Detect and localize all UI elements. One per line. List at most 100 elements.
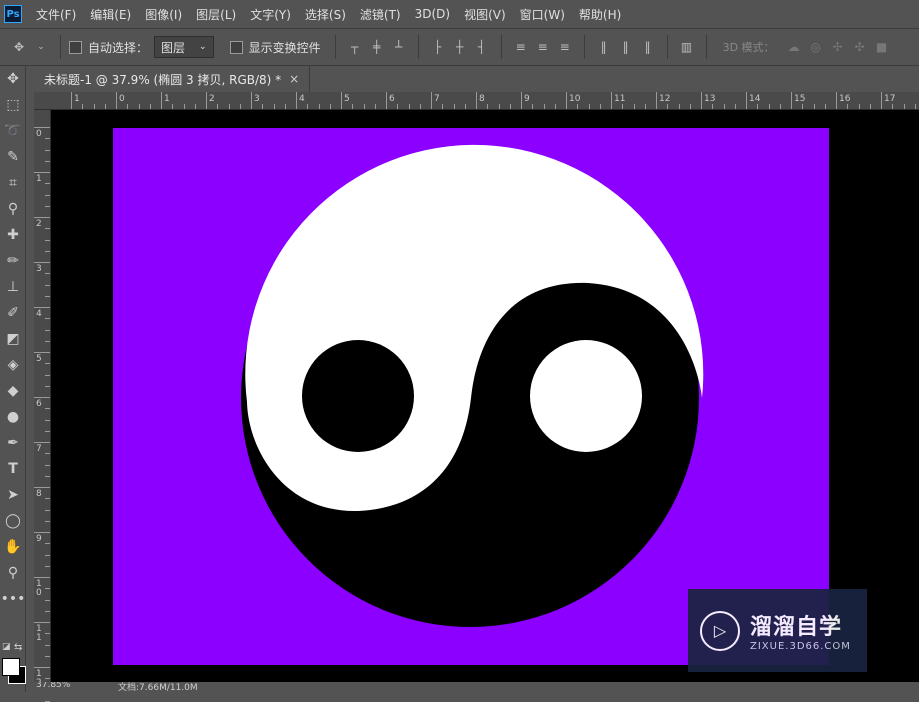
menu-layer[interactable]: 图层(L) [196, 6, 236, 23]
ruler-left-label: 2 [36, 219, 42, 229]
ruler-tick [45, 329, 50, 331]
distribute-top-icon[interactable]: ≡ [514, 40, 528, 54]
separator [666, 35, 668, 59]
dodge-icon[interactable]: ● [0, 404, 26, 430]
move-tool-preset-icon[interactable]: ✥ [12, 40, 26, 54]
history-brush-icon[interactable]: ✐ [0, 300, 26, 326]
blur-icon[interactable]: ◆ [0, 378, 26, 404]
menu-image[interactable]: 图像(I) [145, 6, 182, 23]
distribute-right-icon[interactable]: ‖ [641, 40, 655, 54]
ruler-tick [701, 92, 702, 109]
menu-edit[interactable]: 编辑(E) [90, 6, 131, 23]
align-hcenter-icon[interactable]: ┼ [453, 40, 467, 54]
zoom-level[interactable]: 37.85% [36, 682, 70, 690]
default-colors-icon[interactable]: ◪ [2, 642, 11, 652]
ruler-tick [206, 92, 207, 109]
ruler-tick [419, 104, 421, 109]
show-transform-checkbox[interactable] [229, 40, 243, 54]
3d-orbit-icon[interactable]: ☁ [787, 40, 801, 54]
ruler-tick [183, 104, 185, 109]
pen-icon[interactable]: ✒ [0, 430, 26, 456]
quick-select-icon[interactable]: ✎ [0, 144, 26, 170]
ruler-tick [34, 442, 50, 443]
close-icon[interactable]: × [289, 72, 299, 86]
ruler-tick [34, 262, 50, 263]
ruler-tick [149, 104, 151, 109]
ruler-top-label: 0 [119, 94, 125, 104]
ruler-top-label: 11 [614, 94, 626, 104]
distribute-vcenter-icon[interactable]: ≡ [536, 40, 550, 54]
ruler-tick [45, 149, 50, 151]
horizontal-ruler[interactable]: 1 0 1 2 3 4 5 6 7 8 9 10 11 12 13 14 15 16 17 [34, 92, 919, 110]
3d-slide-icon[interactable]: ✣ [853, 40, 867, 54]
ruler-tick [622, 104, 624, 109]
menu-select[interactable]: 选择(S) [305, 6, 346, 23]
menu-type[interactable]: 文字(Y) [250, 6, 291, 23]
ruler-tick [34, 397, 50, 398]
ruler-tick [386, 92, 387, 109]
path-select-icon[interactable]: ➤ [0, 482, 26, 508]
move-tool-icon[interactable]: ✥ [0, 66, 26, 92]
3d-roll-icon[interactable]: ◎ [809, 40, 823, 54]
type-tool-icon[interactable]: T [0, 456, 26, 482]
marquee-tool-icon[interactable]: ⬚ [0, 92, 26, 118]
ruler-tick [532, 104, 534, 109]
align-right-icon[interactable]: ┤ [475, 40, 489, 54]
auto-select-dropdown[interactable]: 图层 ⌄ [154, 36, 214, 58]
eyedropper-icon[interactable]: ⚲ [0, 196, 26, 222]
ruler-tick [813, 104, 815, 109]
3d-mode-label: 3D 模式： [722, 41, 775, 54]
menu-filter[interactable]: 滤镜(T) [360, 6, 401, 23]
ruler-tick [45, 408, 50, 410]
document-size[interactable]: 文档:7.66M/11.0M [118, 682, 198, 692]
align-bottom-icon[interactable]: ┴ [392, 40, 406, 54]
ruler-top-label: 15 [794, 94, 806, 104]
hand-tool-icon[interactable]: ✋ [0, 534, 26, 560]
menu-window[interactable]: 窗口(W) [520, 6, 565, 23]
align-left-icon[interactable]: ├ [431, 40, 445, 54]
chevron-down-icon[interactable]: ⌄ [34, 40, 48, 54]
eraser-icon[interactable]: ◩ [0, 326, 26, 352]
align-top-icon[interactable]: ┬ [348, 40, 362, 54]
ellipse-tool-icon[interactable]: ◯ [0, 508, 26, 534]
ruler-tick [307, 104, 309, 109]
distribute-hcenter-icon[interactable]: ‖ [619, 40, 633, 54]
ruler-tick [554, 104, 556, 109]
crop-tool-icon[interactable]: ⌗ [0, 170, 26, 196]
ruler-left-label: 8 [36, 489, 42, 499]
watermark-badge: ▷ 溜溜自学 ZIXUE.3D66.COM [688, 589, 867, 672]
options-bar: ✥ ⌄ 自动选择： 图层 ⌄ 显示变换控件 ┬ ╪ ┴ ├ ┼ ┤ ≡ ≡ ≡ … [0, 28, 919, 66]
swap-colors-icon[interactable]: ⇆ [14, 642, 22, 653]
ruler-tick [712, 104, 714, 109]
ruler-top-label: 5 [344, 94, 350, 104]
more-tools-icon[interactable]: ••• [0, 586, 26, 612]
ruler-tick [453, 104, 455, 109]
document-tab[interactable]: 未标题-1 @ 37.9% (椭圆 3 拷贝, RGB/8) * × [34, 66, 311, 92]
menu-file[interactable]: 文件(F) [36, 6, 76, 23]
color-swatches[interactable]: ⇆ ◪ [0, 640, 26, 690]
foreground-color-swatch[interactable] [2, 658, 20, 676]
distribute-bottom-icon[interactable]: ≡ [558, 40, 572, 54]
3d-pan-icon[interactable]: ✢ [831, 40, 845, 54]
ruler-tick [779, 104, 781, 109]
document-canvas[interactable] [113, 128, 829, 665]
brush-icon[interactable]: ✏ [0, 248, 26, 274]
auto-align-icon[interactable]: ▥ [680, 40, 694, 54]
ruler-top-label: 1 [164, 94, 170, 104]
separator [500, 35, 502, 59]
paint-bucket-icon[interactable]: ◈ [0, 352, 26, 378]
menu-3d[interactable]: 3D(D) [415, 7, 450, 21]
healing-brush-icon[interactable]: ✚ [0, 222, 26, 248]
align-vcenter-icon[interactable]: ╪ [370, 40, 384, 54]
stamp-icon[interactable]: ⊥ [0, 274, 26, 300]
auto-select-value: 图层 [161, 40, 186, 55]
3d-scale-icon[interactable]: ■ [875, 40, 889, 54]
menu-view[interactable]: 视图(V) [464, 6, 506, 23]
vertical-ruler[interactable]: 01234567891 01 11 2 [34, 110, 51, 702]
ruler-tick [45, 419, 50, 421]
menu-help[interactable]: 帮助(H) [579, 6, 621, 23]
lasso-tool-icon[interactable]: ➰ [0, 118, 26, 144]
zoom-tool-icon[interactable]: ⚲ [0, 560, 26, 586]
distribute-left-icon[interactable]: ‖ [597, 40, 611, 54]
auto-select-checkbox[interactable] [69, 40, 82, 54]
